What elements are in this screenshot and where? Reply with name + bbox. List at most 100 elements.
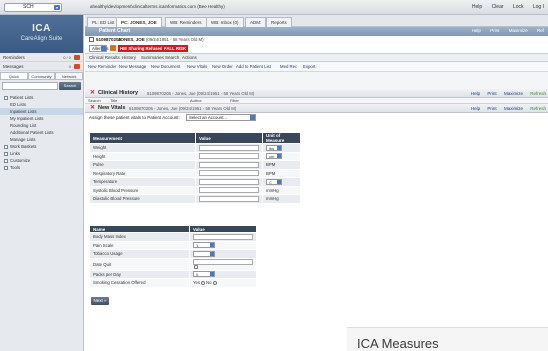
value-input[interactable] — [199, 144, 259, 151]
sidebar-item-messages[interactable]: Messages 0 — [0, 62, 83, 71]
tab-adm[interactable]: ADM: — [245, 17, 267, 27]
reminder-count: 0 / 0 — [63, 55, 71, 60]
tree-item-ed-lists[interactable]: ED Lists — [0, 101, 83, 108]
column-filter[interactable]: Filter — [230, 98, 239, 103]
unit-select[interactable]: cm — [266, 153, 282, 160]
sidebar-search-input[interactable] — [2, 82, 58, 90]
tree-item-rounding-list[interactable]: Rounding List — [0, 122, 83, 129]
new-message-link[interactable]: New Message — [119, 64, 146, 69]
tab-search[interactable]: Search — [165, 55, 179, 60]
table-row: Body Mass Index — [89, 232, 257, 242]
allergies-select[interactable]: Allergies — [89, 45, 108, 52]
sidebar-item-reminders[interactable]: Reminders 0 / 0 — [0, 53, 83, 62]
search-button[interactable]: Search — [59, 82, 81, 90]
export-link[interactable]: Export — [303, 64, 315, 69]
clinical-history-subtitle: 5109870205 - Jones, Joe (09/24/1951 - 58… — [147, 91, 255, 96]
unit-select-value: cm — [269, 154, 275, 160]
calendar-icon[interactable] — [194, 265, 198, 270]
top-bar: SCH ▾ ahealthy\devlopment\clinicalterms.… — [0, 0, 548, 15]
value-cell: 1 — [189, 240, 257, 250]
value-input[interactable] — [199, 161, 259, 168]
refresh-link[interactable]: Ref — [537, 28, 544, 33]
bmi-input[interactable] — [193, 233, 253, 240]
tree-item-my-inpatient-lists[interactable]: My Inpatient Lists — [0, 115, 83, 122]
tab-summaries[interactable]: Summaries — [141, 55, 164, 60]
help-link[interactable]: Help — [471, 106, 480, 111]
value-input[interactable] — [199, 153, 259, 160]
tree-item-work-baskets[interactable]: Work Baskets — [0, 143, 83, 150]
site-select[interactable]: SCH ▾ — [4, 3, 62, 12]
tab-community[interactable]: Community — [27, 72, 56, 80]
value-select-value: 0 — [196, 272, 199, 278]
tab-inbox[interactable]: WB: Inbox (0) — [206, 17, 244, 27]
sidebar-item-label: Messages — [3, 64, 24, 69]
new-reminder-link[interactable]: New Reminder — [88, 64, 116, 69]
value-input[interactable] — [199, 195, 259, 202]
next-button[interactable]: Next » — [91, 297, 109, 305]
print-link[interactable]: Print — [487, 106, 496, 111]
value-cell: 0 — [189, 269, 257, 279]
tree-item-label: Manage Lists — [10, 137, 36, 142]
field-name: Body Mass Index — [89, 232, 190, 242]
tree-item-tools[interactable]: Tools — [0, 164, 83, 171]
patient-chart-links: Help Print Maximize Ref — [464, 28, 544, 33]
add-to-patient-list-link[interactable]: Add to Patient List — [236, 64, 271, 69]
measurements-table: Measurement Value Unit of Measure Weight… — [89, 132, 301, 204]
column-value: Value — [189, 225, 257, 233]
new-document-link[interactable]: New Document — [151, 64, 180, 69]
radio-yes[interactable] — [201, 281, 206, 286]
value-input[interactable] — [199, 170, 259, 177]
column-search[interactable]: Search — [88, 98, 101, 103]
column-title[interactable]: Title — [110, 98, 117, 103]
new-vitals-link[interactable]: New Vitals — [187, 64, 207, 69]
maximize-link[interactable]: Maximize — [509, 28, 528, 33]
value-input[interactable] — [199, 187, 259, 194]
tab-ed-list[interactable]: PL: ED List — [87, 17, 120, 27]
tab-actions[interactable]: Actions — [182, 55, 197, 60]
tab-reminders[interactable]: WB: Reminders — [165, 17, 207, 27]
tree-item-inpatient-lists[interactable]: Inpatient Lists — [0, 108, 83, 115]
help-link[interactable]: Help — [472, 4, 482, 10]
close-icon[interactable]: ✕ — [90, 105, 95, 112]
tree-item-label: My Inpatient Lists — [10, 116, 44, 121]
maximize-link[interactable]: Maximize — [504, 106, 523, 111]
value-input[interactable] — [199, 178, 259, 185]
help-link[interactable]: Help — [472, 28, 481, 33]
log-link[interactable]: Log I — [533, 4, 544, 10]
tab-patient-chart[interactable]: PC: JONES, JOE — [116, 17, 162, 27]
tab-clinical-results[interactable]: Clinical Results — [89, 55, 120, 60]
close-icon[interactable]: ✕ — [90, 90, 95, 97]
tree-item-additional-lists[interactable]: Additional Patient Lists — [0, 129, 83, 136]
clear-link[interactable]: Clear — [492, 4, 504, 10]
unit-select[interactable]: C — [266, 178, 282, 185]
value-select[interactable]: 1 — [193, 242, 215, 249]
wrench-icon — [4, 165, 8, 170]
med-rec-link[interactable]: Med Rec — [280, 64, 297, 69]
alert-icon — [74, 64, 80, 69]
tree-item-links[interactable]: Links — [0, 150, 83, 157]
table-row: Diastolic Blood Pressure mmHg — [89, 194, 301, 204]
help-link[interactable]: Help — [471, 91, 480, 96]
account-select[interactable]: Select an Account... — [186, 114, 256, 121]
maximize-link[interactable]: Maximize — [504, 91, 523, 96]
refresh-link[interactable]: Refresh — [530, 106, 546, 111]
value-select[interactable]: 0 — [193, 271, 215, 278]
tab-network[interactable]: Network — [55, 72, 84, 80]
print-link[interactable]: Print — [487, 91, 496, 96]
refresh-link[interactable]: Refresh — [530, 91, 546, 96]
column-author[interactable]: Author — [190, 98, 202, 103]
tab-quick[interactable]: Quick — [0, 72, 28, 80]
tree-item-customize[interactable]: Customize — [0, 157, 83, 164]
tab-history[interactable]: History — [122, 55, 136, 60]
tree-item-manage-lists[interactable]: Manage Lists — [0, 136, 83, 143]
tab-reports[interactable]: Reports — [266, 17, 292, 27]
print-link[interactable]: Print — [490, 28, 499, 33]
value-select[interactable] — [193, 250, 215, 257]
radio-no[interactable] — [212, 281, 217, 286]
date-quit-input[interactable] — [193, 258, 253, 265]
new-order-link[interactable]: New Order — [212, 64, 233, 69]
lock-link[interactable]: Lock — [513, 4, 524, 10]
tree-item-patient-lists[interactable]: Patient Lists — [0, 94, 83, 101]
unit-select[interactable]: lbs — [266, 144, 282, 151]
warning-icon — [110, 45, 116, 51]
